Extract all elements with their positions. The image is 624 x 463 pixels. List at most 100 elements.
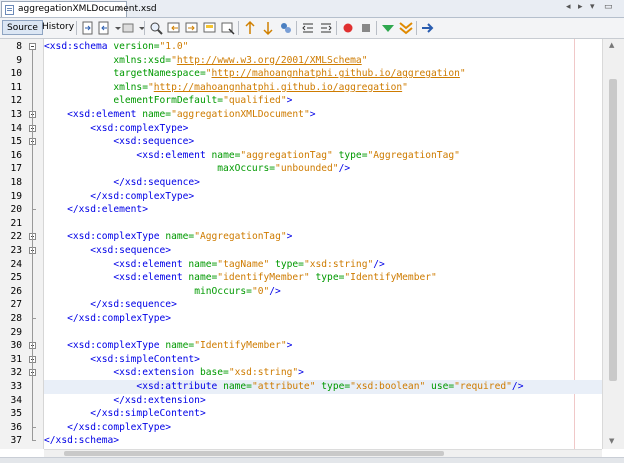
code-line[interactable]: </xsd:sequence> xyxy=(44,176,602,190)
line-number: 20 xyxy=(10,204,22,216)
code-line[interactable]: </xsd:schema> xyxy=(44,434,602,448)
code-line[interactable]: <xsd:sequence> xyxy=(44,135,602,149)
close-tab-icon[interactable]: × xyxy=(115,2,123,17)
code-token: version= xyxy=(113,41,160,52)
code-line[interactable]: <xsd:element name="aggregationXMLDocumen… xyxy=(44,108,602,122)
editor-tab[interactable]: aggregationXMLDocument.xsd × xyxy=(1,1,157,17)
back-dropdown-icon[interactable] xyxy=(110,20,121,36)
toggle-selection-icon[interactable] xyxy=(220,20,236,36)
line-number: 26 xyxy=(10,285,22,297)
code-token: > xyxy=(298,367,304,379)
code-token: base= xyxy=(199,367,229,379)
code-token: name= xyxy=(223,381,252,392)
find-next-icon[interactable] xyxy=(184,20,200,36)
code-token: "attribute" xyxy=(251,381,316,392)
code-line[interactable]: <xsd:element name="tagName" type="xsd:st… xyxy=(44,258,602,272)
code-line[interactable]: minOccurs="0"/> xyxy=(44,285,602,299)
last-edit-icon[interactable] xyxy=(80,20,96,36)
line-number-gutter[interactable]: 8 9 10 11 12 13 14 15 16 17 18 19 20 21 22 23 24 25 26 27 28… xyxy=(0,39,44,449)
code-line[interactable]: xmlns= "http://mahoangnhatphi.github.io/a… xyxy=(44,81,602,95)
validate-xml-icon[interactable] xyxy=(398,20,414,36)
shift-right-icon[interactable] xyxy=(318,20,334,36)
line-number: 24 xyxy=(10,258,22,270)
code-line[interactable]: <xsd:simpleContent> xyxy=(44,353,602,367)
code-token: minOccurs= xyxy=(194,285,252,297)
tab-list-icon[interactable]: ▾ xyxy=(590,2,595,12)
forward-dropdown-icon[interactable] xyxy=(134,20,145,36)
code-line[interactable] xyxy=(44,326,602,340)
code-line[interactable]: <xsd:complexType name="AggregationTag"> xyxy=(44,230,602,244)
code-line[interactable]: </xsd:extension> xyxy=(44,394,602,408)
horizontal-scrollbar[interactable] xyxy=(44,449,602,457)
start-macro-recording-icon[interactable] xyxy=(340,20,356,36)
vertical-scrollbar[interactable]: ▲ ▼ xyxy=(602,39,624,449)
code-line[interactable]: <xsd:element name="aggregationTag" type=… xyxy=(44,149,602,163)
source-button[interactable]: Source xyxy=(2,20,43,35)
code-line[interactable]: <xsd:sequence> xyxy=(44,244,602,258)
fold-toggle-icon[interactable] xyxy=(29,43,36,50)
xsl-transformation-icon[interactable] xyxy=(420,20,436,36)
editor-tab-label: aggregationXMLDocument.xsd xyxy=(18,4,157,14)
code-token: </xsd:sequence> xyxy=(113,177,200,188)
line-number: 27 xyxy=(10,299,22,311)
code-token: use= xyxy=(431,381,455,392)
shift-left-icon[interactable] xyxy=(300,20,316,36)
code-token: "xsd:string" xyxy=(303,258,374,270)
find-previous-icon[interactable] xyxy=(166,20,182,36)
code-token: targetNamespace= xyxy=(113,68,206,80)
code-line[interactable]: </xsd:element> xyxy=(44,203,602,217)
stop-macro-recording-icon[interactable] xyxy=(358,20,374,36)
next-bookmark-icon[interactable] xyxy=(260,20,276,36)
line-number: 32 xyxy=(10,367,22,379)
toolbar-separator xyxy=(144,21,145,35)
code-line[interactable] xyxy=(44,217,602,231)
code-token: name= xyxy=(165,231,195,243)
check-file-icon[interactable] xyxy=(380,20,396,36)
history-button[interactable]: History xyxy=(38,20,78,35)
code-line[interactable]: </xsd:sequence> xyxy=(44,298,602,312)
toggle-bookmark-icon[interactable] xyxy=(278,20,294,36)
code-token: "xsd:string" xyxy=(228,367,299,379)
code-token: " xyxy=(459,68,466,80)
code-line[interactable]: <xsd:attribute name="attribute" type="xs… xyxy=(44,380,602,394)
code-token: type= xyxy=(315,272,345,284)
code-line[interactable]: </xsd:simpleContent> xyxy=(44,407,602,421)
scroll-tabs-right-icon[interactable]: ▸ xyxy=(578,2,583,12)
previous-bookmark-icon[interactable] xyxy=(242,20,258,36)
code-line[interactable]: targetNamespace= "http://mahoangnhatphi.g… xyxy=(44,67,602,81)
code-token: " xyxy=(361,54,368,66)
code-line[interactable]: xmlns:xsd= "http://www.w3.org/2001/XMLSch… xyxy=(44,54,602,68)
code-line[interactable]: <xsd:complexType name="IdentifyMember"> xyxy=(44,339,602,353)
find-icon[interactable] xyxy=(148,20,164,36)
scroll-tabs-left-icon[interactable]: ◂ xyxy=(566,2,571,12)
code-line[interactable]: <xsd:element name="identifyMember" type=… xyxy=(44,271,602,285)
line-number: 8 xyxy=(16,41,22,52)
code-token: http://www.w3.org/2001/XMLSchema xyxy=(176,54,362,66)
code-editor-area[interactable]: <xsd:schema version="1.0" xmlns:xsd="htt… xyxy=(44,39,602,449)
code-token: <xsd:element xyxy=(113,258,189,270)
code-line[interactable]: <xsd:complexType> xyxy=(44,122,602,136)
code-line[interactable]: </xsd:complexType> xyxy=(44,312,602,326)
code-token: > xyxy=(286,95,293,107)
code-line[interactable]: maxOccurs="unbounded"/> xyxy=(44,162,602,176)
restore-window-icon[interactable]: ▭ xyxy=(604,2,613,12)
editor-tab-bar: aggregationXMLDocument.xsd × ◂ ▸ ▾ ▭ xyxy=(0,0,624,18)
horizontal-scroll-thumb[interactable] xyxy=(64,451,444,456)
scroll-down-icon[interactable]: ▼ xyxy=(609,437,614,445)
code-line[interactable]: <xsd:extension base="xsd:string"> xyxy=(44,366,602,380)
code-line[interactable]: </xsd:complexType> xyxy=(44,421,602,435)
code-line[interactable]: <xsd:schema version="1.0" xyxy=(44,40,602,54)
toggle-highlight-icon[interactable] xyxy=(202,20,218,36)
scroll-up-icon[interactable]: ▲ xyxy=(609,41,614,49)
code-line[interactable]: elementFormDefault="qualified"> xyxy=(44,94,602,108)
code-line[interactable]: </xsd:complexType> xyxy=(44,190,602,204)
line-number: 11 xyxy=(10,81,22,93)
vertical-scroll-thumb[interactable] xyxy=(609,79,617,381)
